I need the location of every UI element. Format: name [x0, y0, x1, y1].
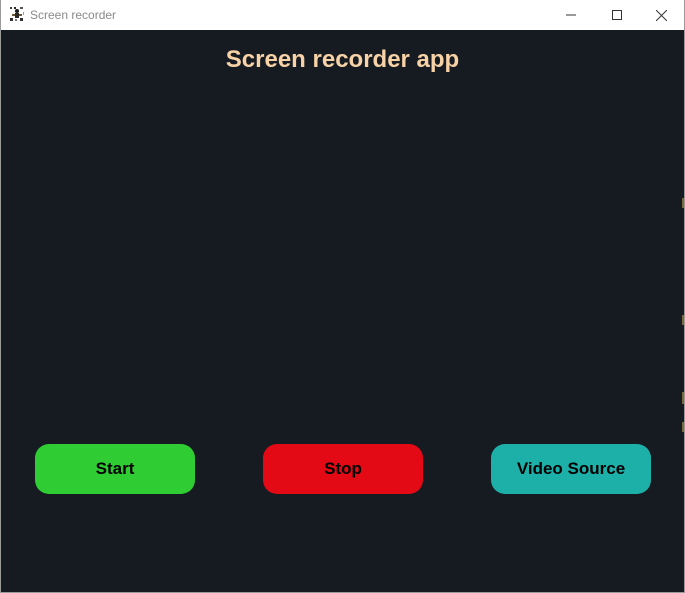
title-bar[interactable]: Screen recorder	[1, 0, 684, 30]
app-canvas: Screen recorder app Start Stop Video Sou…	[1, 30, 684, 592]
minimize-button[interactable]	[548, 0, 594, 30]
close-icon	[655, 9, 667, 21]
edge-artifact	[682, 198, 684, 208]
stop-button[interactable]: Stop	[263, 444, 423, 494]
start-button[interactable]: Start	[35, 444, 195, 494]
minimize-icon	[566, 10, 576, 20]
edge-artifact	[682, 392, 684, 404]
edge-artifact	[682, 315, 684, 325]
close-button[interactable]	[638, 0, 684, 30]
recorder-app-icon	[9, 6, 25, 22]
app-window: Screen recorder Screen recorder app Star…	[0, 0, 685, 593]
app-heading: Screen recorder app	[225, 46, 460, 73]
window-title: Screen recorder	[30, 8, 117, 22]
maximize-button[interactable]	[594, 0, 640, 30]
maximize-icon	[612, 10, 622, 20]
video-source-button[interactable]: Video Source	[491, 444, 651, 494]
edge-artifact	[682, 422, 684, 432]
